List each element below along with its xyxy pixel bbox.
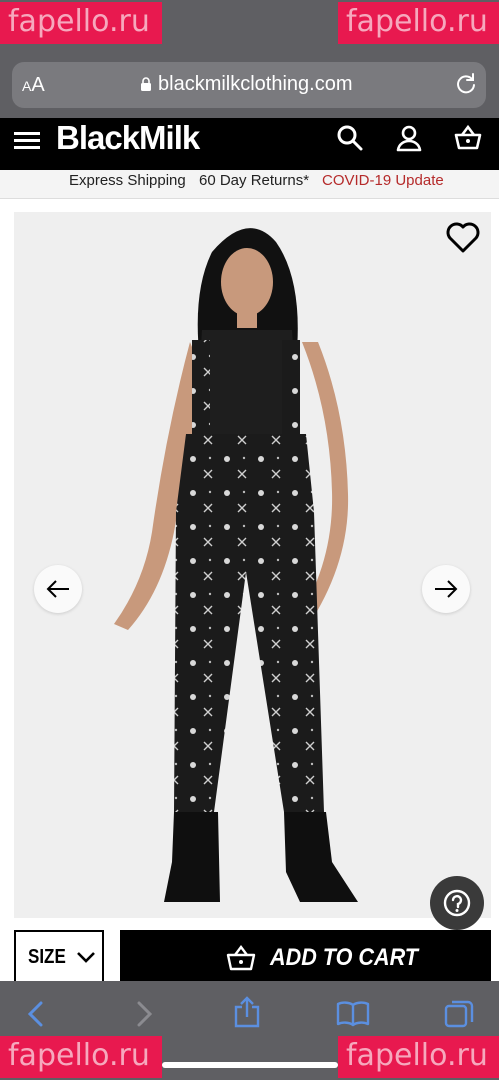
product-image[interactable]	[14, 212, 491, 918]
wishlist-heart-icon[interactable]	[446, 222, 480, 254]
account-icon[interactable]	[395, 124, 423, 152]
menu-icon[interactable]	[14, 128, 40, 150]
home-indicator	[162, 1062, 338, 1068]
reload-icon[interactable]	[455, 73, 477, 95]
arrow-right-icon	[435, 580, 458, 598]
promo-express-shipping[interactable]: Express Shipping	[69, 172, 186, 189]
prev-image-button[interactable]	[34, 565, 82, 613]
size-label: SIZE	[28, 946, 66, 968]
next-image-button[interactable]	[422, 565, 470, 613]
cart-icon	[226, 945, 256, 971]
help-icon	[443, 889, 471, 917]
url-text[interactable]: blackmilkclothing.com	[158, 73, 353, 96]
forward-icon[interactable]	[134, 1000, 154, 1028]
watermark-bottom-left: fapello.ru	[0, 1036, 162, 1078]
watermark-top-left: fapello.ru	[0, 2, 162, 44]
arrow-left-icon	[46, 580, 69, 598]
promo-returns[interactable]: 60 Day Returns*	[199, 172, 309, 189]
promo-covid-link[interactable]: COVID-19 Update	[322, 172, 444, 189]
add-to-cart-label: ADD TO CART	[270, 944, 419, 971]
search-icon[interactable]	[336, 124, 364, 152]
help-button[interactable]	[430, 876, 484, 930]
text-size-button[interactable]: AA	[22, 74, 45, 97]
back-icon[interactable]	[26, 1000, 46, 1028]
lock-icon	[141, 77, 151, 91]
cart-icon[interactable]	[454, 124, 482, 152]
chevron-down-icon	[77, 952, 95, 963]
share-icon[interactable]	[232, 996, 262, 1028]
watermark-top-right: fapello.ru	[338, 2, 499, 44]
tabs-icon[interactable]	[444, 998, 474, 1028]
model-illustration	[114, 228, 358, 902]
bookmarks-icon[interactable]	[336, 1000, 370, 1028]
site-logo[interactable]: BlackMilk	[56, 119, 200, 157]
watermark-bottom-right: fapello.ru	[338, 1036, 499, 1078]
